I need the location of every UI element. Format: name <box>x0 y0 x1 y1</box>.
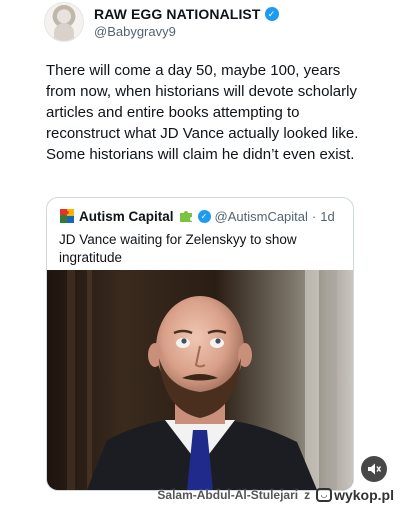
watermark: Salam-Abdul-Al-Stulejari z ◡ wykop.pl <box>157 487 394 503</box>
watermark-user: Salam-Abdul-Al-Stulejari <box>157 488 299 502</box>
tweet-header: RAW EGG NATIONALIST ✓ @Babygravy9 <box>44 2 384 42</box>
tweet-text: There will come a day 50, maybe 100, yea… <box>46 62 359 163</box>
puzzle-icon <box>60 209 74 223</box>
wykop-site-name: wykop.pl <box>334 487 394 503</box>
author-name-row: RAW EGG NATIONALIST ✓ <box>94 6 279 22</box>
verified-badge-icon: ✓ <box>264 7 279 21</box>
quoted-tweet-header: Autism Capital ✓ @AutismCapital · 1d <box>59 208 335 224</box>
verified-badge-icon: ✓ <box>197 209 211 223</box>
puzzle-green-icon <box>179 211 192 222</box>
quoted-handle[interactable]: @AutismCapital <box>215 209 308 224</box>
wykop-icon: ◡ <box>316 488 333 502</box>
wykop-logo: ◡ wykop.pl <box>316 487 394 503</box>
quoted-time[interactable]: 1d <box>320 209 334 224</box>
author-display-name[interactable]: RAW EGG NATIONALIST <box>94 6 261 22</box>
author-avatar[interactable] <box>44 2 84 42</box>
quoted-tweet-text: JD Vance waiting for Zelenskyy to show i… <box>59 232 297 265</box>
mute-button[interactable] <box>361 456 387 482</box>
author-handle[interactable]: @Babygravy9 <box>94 24 176 39</box>
watermark-letter: z <box>304 488 311 502</box>
mute-speaker-icon <box>368 463 381 475</box>
quoted-display-name[interactable]: Autism Capital <box>79 209 174 224</box>
separator-dot: · <box>311 208 317 224</box>
quoted-tweet-card[interactable]: Autism Capital ✓ @AutismCapital · 1d JD … <box>46 197 354 491</box>
quoted-media-image[interactable] <box>47 270 353 490</box>
